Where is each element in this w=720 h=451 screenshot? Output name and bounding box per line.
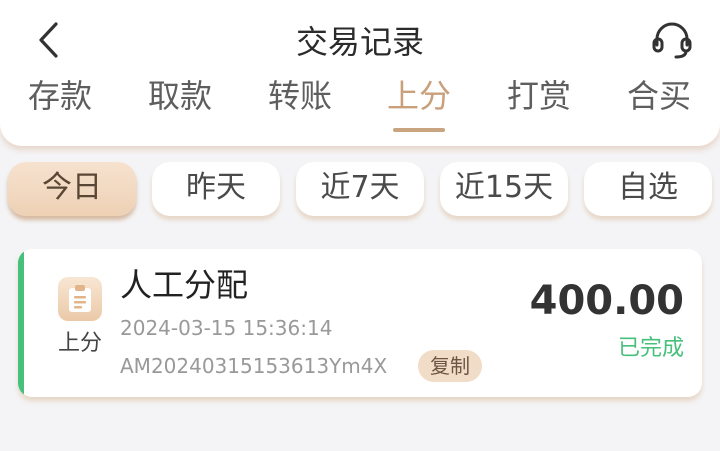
tab-top-up[interactable]: 上分	[364, 74, 474, 122]
record-type-label: 上分	[57, 331, 102, 356]
tab-group-buy[interactable]: 合买	[604, 74, 714, 122]
customer-service-button[interactable]	[650, 18, 694, 62]
filter-yesterday[interactable]: 昨天	[152, 162, 280, 216]
tab-deposit[interactable]: 存款	[5, 74, 115, 122]
record-datetime: 2024-03-15 15:36:14	[120, 316, 333, 340]
clipboard-icon	[69, 285, 91, 312]
tab-tip[interactable]: 打赏	[484, 74, 594, 122]
filter-last-15-days[interactable]: 近15天	[440, 162, 568, 216]
page-title: 交易记录	[295, 23, 424, 58]
record-type-icon	[58, 277, 102, 321]
record-amount: 400.00	[529, 278, 684, 324]
copy-order-button[interactable]: 复制	[418, 350, 482, 382]
transaction-card[interactable]: 上分 人工分配 2024-03-15 15:36:14 AM2024031515…	[18, 249, 702, 397]
record-type-tabs: 存款 取款 转账 上分 打赏 合买	[0, 74, 720, 122]
record-description: 人工分配	[120, 266, 249, 304]
order-number: AM20240315153613Ym4X	[120, 354, 388, 378]
status-badge: 已完成	[617, 336, 684, 361]
filter-today[interactable]: 今日	[8, 162, 136, 216]
tab-transfer[interactable]: 转账	[245, 74, 355, 122]
filter-last-7-days[interactable]: 近7天	[296, 162, 424, 216]
active-tab-indicator	[393, 128, 445, 132]
date-filter-bar: 今日 昨天 近7天 近15天 自选	[0, 162, 720, 220]
filter-custom[interactable]: 自选	[584, 162, 712, 216]
top-header: 交易记录 存款 取款 转账 上分 打赏 合买	[0, 0, 720, 146]
tab-withdraw[interactable]: 取款	[125, 74, 235, 122]
headset-icon	[652, 22, 692, 59]
status-accent-bar	[18, 249, 24, 397]
